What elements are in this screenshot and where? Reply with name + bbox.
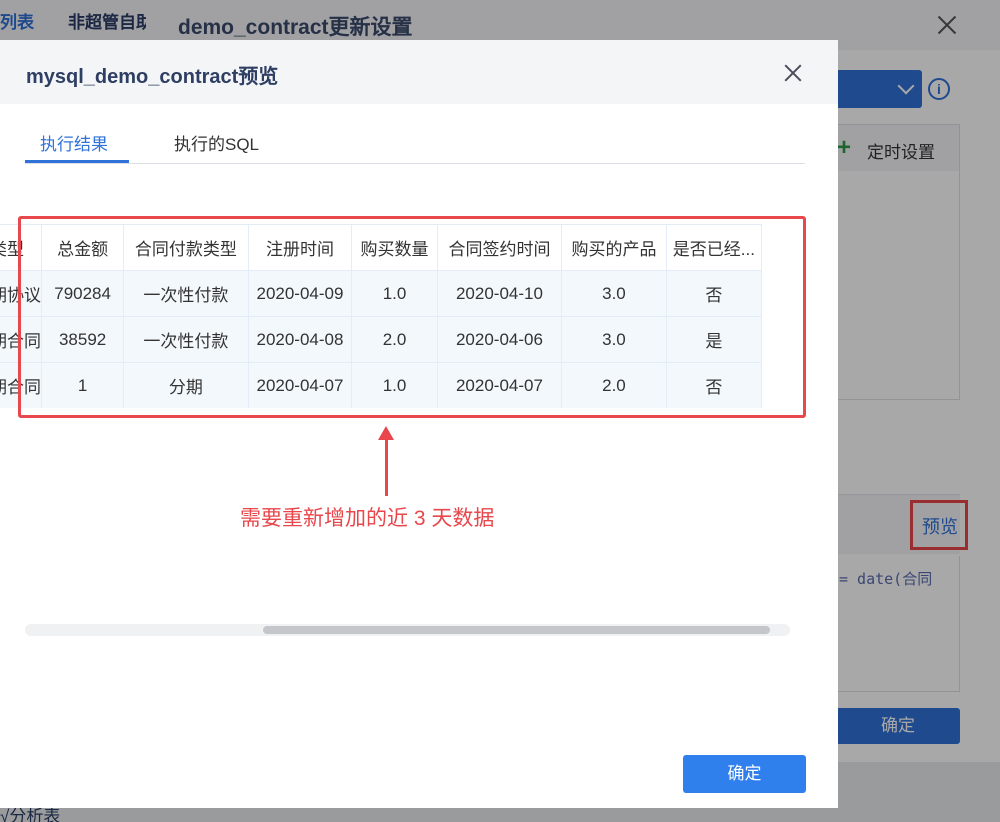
preview-dialog-title: mysql_demo_contract预览	[26, 66, 279, 88]
close-icon[interactable]	[780, 60, 806, 86]
confirm-button[interactable]: 确定	[683, 755, 806, 793]
tab-executed-sql[interactable]: 执行的SQL	[174, 130, 259, 155]
preview-dialog: mysql_demo_contract预览 执行结果 执行的SQL 类型 总金额…	[0, 40, 838, 808]
table-highlight-box	[18, 216, 806, 418]
scrollbar-thumb[interactable]	[263, 626, 770, 634]
annotation-arrow	[385, 438, 388, 496]
active-tab-indicator	[25, 160, 129, 163]
tab-execution-result[interactable]: 执行结果	[40, 130, 108, 155]
preview-tabs: 执行结果 执行的SQL	[25, 124, 805, 164]
horizontal-scrollbar[interactable]	[25, 624, 790, 636]
preview-dialog-header: mysql_demo_contract预览	[0, 40, 838, 104]
annotation-text: 需要重新增加的近 3 天数据	[240, 507, 495, 530]
